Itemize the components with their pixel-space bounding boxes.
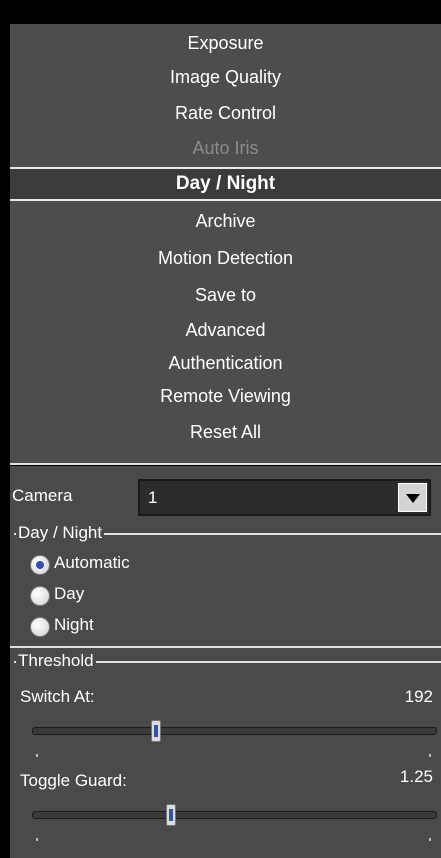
menu-item-image-quality[interactable]: Image Quality xyxy=(10,60,441,94)
camera-select-value: 1 xyxy=(148,488,158,507)
slider-tick xyxy=(429,838,431,841)
day-night-group-title: Day / Night xyxy=(16,523,105,543)
radio-icon[interactable] xyxy=(30,586,50,606)
switch-at-value: 192 xyxy=(404,687,433,706)
menu-item-rate-control[interactable]: Rate Control xyxy=(10,96,441,130)
switch-at-slider-thumb[interactable] xyxy=(150,720,161,742)
radio-automatic-label: Automatic xyxy=(54,553,130,572)
threshold-group-title: Threshold xyxy=(16,651,96,671)
menu-item-exposure[interactable]: Exposure xyxy=(10,26,441,60)
camera-label: Camera xyxy=(12,486,73,505)
settings-panel: Exposure Image Quality Rate Control Auto… xyxy=(0,0,441,858)
toggle-guard-slider[interactable] xyxy=(32,811,437,819)
menu-item-authentication[interactable]: Authentication xyxy=(10,346,441,380)
menu-item-archive[interactable]: Archive xyxy=(10,204,441,238)
menu-item-auto-iris: Auto Iris xyxy=(192,138,259,158)
menu-item-reset-all[interactable]: Reset All xyxy=(10,415,441,449)
radio-night-label: Night xyxy=(54,615,94,634)
threshold-group: Threshold Switch At: 192 Toggle Guard: 1… xyxy=(14,651,441,858)
switch-at-slider[interactable] xyxy=(32,727,437,735)
toggle-guard-value: 1.25 xyxy=(399,767,433,786)
menu-item-advanced[interactable]: Advanced xyxy=(10,313,441,347)
radio-day-label: Day xyxy=(54,584,85,603)
toggle-guard-slider-thumb[interactable] xyxy=(166,804,177,826)
radio-icon[interactable] xyxy=(30,617,50,637)
slider-tick xyxy=(36,754,38,757)
switch-at-label: Switch At: xyxy=(20,687,95,706)
chevron-down-icon[interactable] xyxy=(398,483,427,512)
menu-item-motion-detection[interactable]: Motion Detection xyxy=(10,241,441,275)
slider-tick xyxy=(429,754,431,757)
day-night-group: Day / Night Automatic Day Night xyxy=(14,523,441,645)
camera-select[interactable]: 1 xyxy=(138,479,431,516)
radio-icon-checked[interactable] xyxy=(30,555,50,575)
menu-item-day-night[interactable]: Day / Night xyxy=(10,167,441,201)
day-night-settings: Camera 1 Day / Night Automatic Day Night… xyxy=(10,463,441,858)
menu-item-remote-viewing[interactable]: Remote Viewing xyxy=(10,379,441,413)
menu-divider xyxy=(10,463,441,465)
settings-menu: Exposure Image Quality Rate Control Auto… xyxy=(10,24,441,463)
menu-item-save-to[interactable]: Save to xyxy=(10,278,441,312)
toggle-guard-label: Toggle Guard: xyxy=(20,771,127,790)
section-divider xyxy=(10,646,441,648)
slider-tick xyxy=(36,838,38,841)
